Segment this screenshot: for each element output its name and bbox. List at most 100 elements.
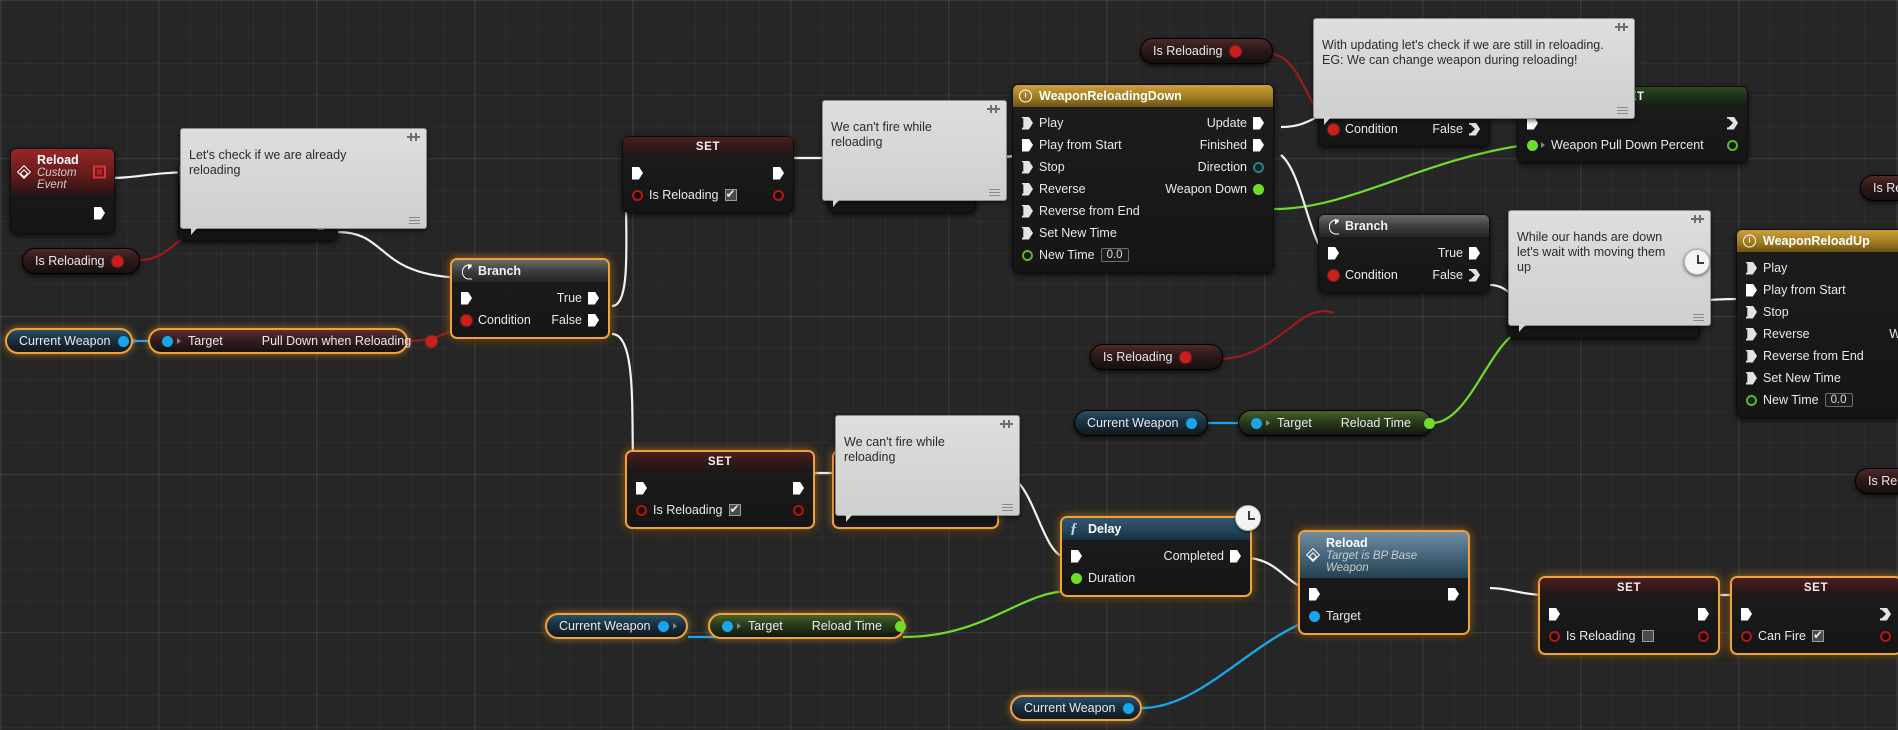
bool-out-pin[interactable] — [793, 504, 804, 516]
direction-out-pin[interactable] — [1253, 161, 1264, 173]
new-time-value-field[interactable]: 0.0 — [1100, 248, 1129, 262]
exec-out-false-pin[interactable] — [1469, 269, 1480, 282]
exec-in-pin[interactable] — [632, 167, 643, 180]
exec-in-pin[interactable] — [1741, 608, 1752, 621]
exec-in-set-new-time-pin[interactable] — [1022, 227, 1033, 240]
bool-out-pin[interactable] — [773, 189, 784, 201]
node-set-is-reloading-1[interactable]: SET Is Reloading — [622, 136, 794, 213]
resize-grip-icon[interactable] — [1617, 107, 1628, 115]
target-in-pin[interactable] — [1309, 610, 1320, 622]
exec-out-update-pin[interactable] — [1253, 117, 1264, 130]
new-time-in-pin[interactable] — [1746, 394, 1757, 406]
pin-icon[interactable] — [1615, 23, 1628, 32]
comment-bubble[interactable]: We can't fire while reloading — [835, 415, 1020, 522]
bool-out-pin[interactable] — [426, 335, 438, 347]
condition-in-pin[interactable] — [1328, 123, 1339, 135]
exec-in-pin[interactable] — [1071, 550, 1082, 563]
exec-out-pin[interactable] — [773, 167, 784, 180]
node-delay-bottom[interactable]: ƒ Delay Completed Duration — [1060, 516, 1252, 597]
bool-checkbox[interactable] — [724, 187, 737, 201]
object-out-pin[interactable] — [117, 335, 129, 347]
comment-bubble[interactable]: We can't fire while reloading — [822, 100, 1007, 207]
blueprint-graph-canvas[interactable]: Let's check if we are already reloading … — [0, 0, 1898, 730]
bool-out-pin[interactable] — [1698, 630, 1709, 642]
exec-in-reverse-from-end-pin[interactable] — [1022, 205, 1033, 218]
comment-bubble[interactable]: Let's check if we are already reloading — [180, 128, 427, 235]
exec-in-pin[interactable] — [1309, 588, 1320, 601]
exec-in-pin[interactable] — [461, 292, 472, 305]
exec-out-completed-pin[interactable] — [1230, 550, 1241, 563]
exec-out-pin[interactable] — [1880, 608, 1891, 621]
resize-grip-icon[interactable] — [1693, 314, 1704, 322]
exec-out-pin[interactable] — [1448, 588, 1459, 601]
var-get-is-reloading[interactable]: Is Reloading — [1090, 344, 1223, 370]
exec-out-pin[interactable] — [1727, 117, 1738, 130]
comment-bubble[interactable]: While our hands are down let's wait with… — [1508, 210, 1711, 332]
exec-in-pin[interactable] — [636, 482, 647, 495]
bool-out-pin[interactable] — [1179, 351, 1191, 363]
node-set-can-fire-3[interactable]: SET Can Fire — [1730, 576, 1898, 655]
exec-out-true-pin[interactable] — [588, 292, 599, 305]
event-delegate-icon[interactable] — [93, 165, 106, 179]
new-time-value-field[interactable]: 0.0 — [1824, 393, 1853, 407]
node-reload-call[interactable]: Reload Target is BP Base Weapon Target — [1298, 530, 1470, 635]
var-get-is-reloading[interactable]: Is Reloading — [1860, 175, 1898, 201]
var-get-reload-time[interactable]: Target Reload Time — [708, 613, 906, 639]
exec-out-pin[interactable] — [94, 207, 105, 220]
node-timeline-weapon-reload-up[interactable]: WeaponReloadUp Play Update Play from Sta… — [1736, 229, 1898, 418]
exec-in-stop-pin[interactable] — [1022, 161, 1033, 174]
exec-in-reverse-pin[interactable] — [1746, 328, 1757, 341]
bool-out-pin[interactable] — [1880, 630, 1891, 642]
var-get-pull-down-when-reloading[interactable]: Target Pull Down when Reloading — [148, 328, 438, 354]
object-out-pin[interactable] — [1122, 702, 1134, 714]
exec-out-pin[interactable] — [793, 482, 804, 495]
comment-bubble[interactable]: With updating let's check if we are stil… — [1313, 18, 1635, 125]
exec-in-stop-pin[interactable] — [1746, 306, 1757, 319]
duration-in-pin[interactable] — [1071, 572, 1082, 584]
exec-out-pin[interactable] — [1698, 608, 1709, 621]
bool-out-pin[interactable] — [1229, 45, 1241, 57]
bool-checkbox[interactable] — [728, 502, 741, 516]
bool-checkbox[interactable] — [1641, 630, 1654, 642]
bool-in-pin[interactable] — [636, 504, 647, 516]
exec-in-play-from-start-pin[interactable] — [1746, 284, 1757, 297]
object-out-pin[interactable] — [657, 620, 669, 632]
bool-in-pin[interactable] — [632, 189, 643, 201]
node-branch-4[interactable]: Branch True Condition False — [1318, 214, 1490, 293]
condition-in-pin[interactable] — [461, 314, 472, 326]
node-timeline-weapon-reloading-down[interactable]: WeaponReloadingDown Play Update Play fro… — [1012, 84, 1274, 273]
node-branch-2[interactable]: Branch True Condition False — [450, 258, 610, 339]
weapon-down-out-pin[interactable] — [1253, 183, 1264, 195]
float-out-pin[interactable] — [1727, 139, 1738, 151]
exec-in-pin[interactable] — [1328, 247, 1339, 260]
bool-checkbox[interactable] — [1811, 628, 1824, 642]
var-get-current-weapon[interactable]: Current Weapon — [545, 613, 688, 639]
bool-in-pin[interactable] — [1741, 630, 1752, 642]
exec-in-reverse-from-end-pin[interactable] — [1746, 350, 1757, 363]
var-get-is-reloading[interactable]: Is Reloading — [22, 248, 140, 274]
exec-in-play-pin[interactable] — [1746, 262, 1757, 275]
exec-out-true-pin[interactable] — [1469, 247, 1480, 260]
pin-icon[interactable] — [1691, 215, 1704, 224]
exec-out-false-pin[interactable] — [588, 314, 599, 327]
bool-out-pin[interactable] — [111, 255, 123, 267]
object-in-pin[interactable] — [722, 620, 733, 632]
condition-in-pin[interactable] — [1328, 269, 1339, 281]
new-time-in-pin[interactable] — [1022, 249, 1033, 261]
bool-in-pin[interactable] — [1549, 630, 1560, 642]
object-in-pin[interactable] — [1251, 417, 1262, 429]
var-get-current-weapon[interactable]: Current Weapon — [1010, 695, 1142, 721]
pin-icon[interactable] — [1000, 420, 1013, 429]
node-set-is-reloading-3[interactable]: SET Is Reloading — [1538, 576, 1720, 655]
var-get-current-weapon[interactable]: Current Weapon — [1074, 410, 1208, 436]
exec-in-play-from-start-pin[interactable] — [1022, 139, 1033, 152]
object-out-pin[interactable] — [1185, 417, 1197, 429]
var-get-reload-time[interactable]: Target Reload Time — [1238, 410, 1435, 436]
float-in-pin[interactable] — [1527, 139, 1538, 151]
var-get-current-weapon[interactable]: Current Weapon — [5, 328, 137, 354]
pin-icon[interactable] — [987, 105, 1000, 114]
resize-grip-icon[interactable] — [409, 217, 420, 225]
exec-in-reverse-pin[interactable] — [1022, 183, 1033, 196]
pin-icon[interactable] — [407, 133, 420, 142]
node-reload-custom-event[interactable]: Reload Custom Event — [10, 148, 115, 234]
